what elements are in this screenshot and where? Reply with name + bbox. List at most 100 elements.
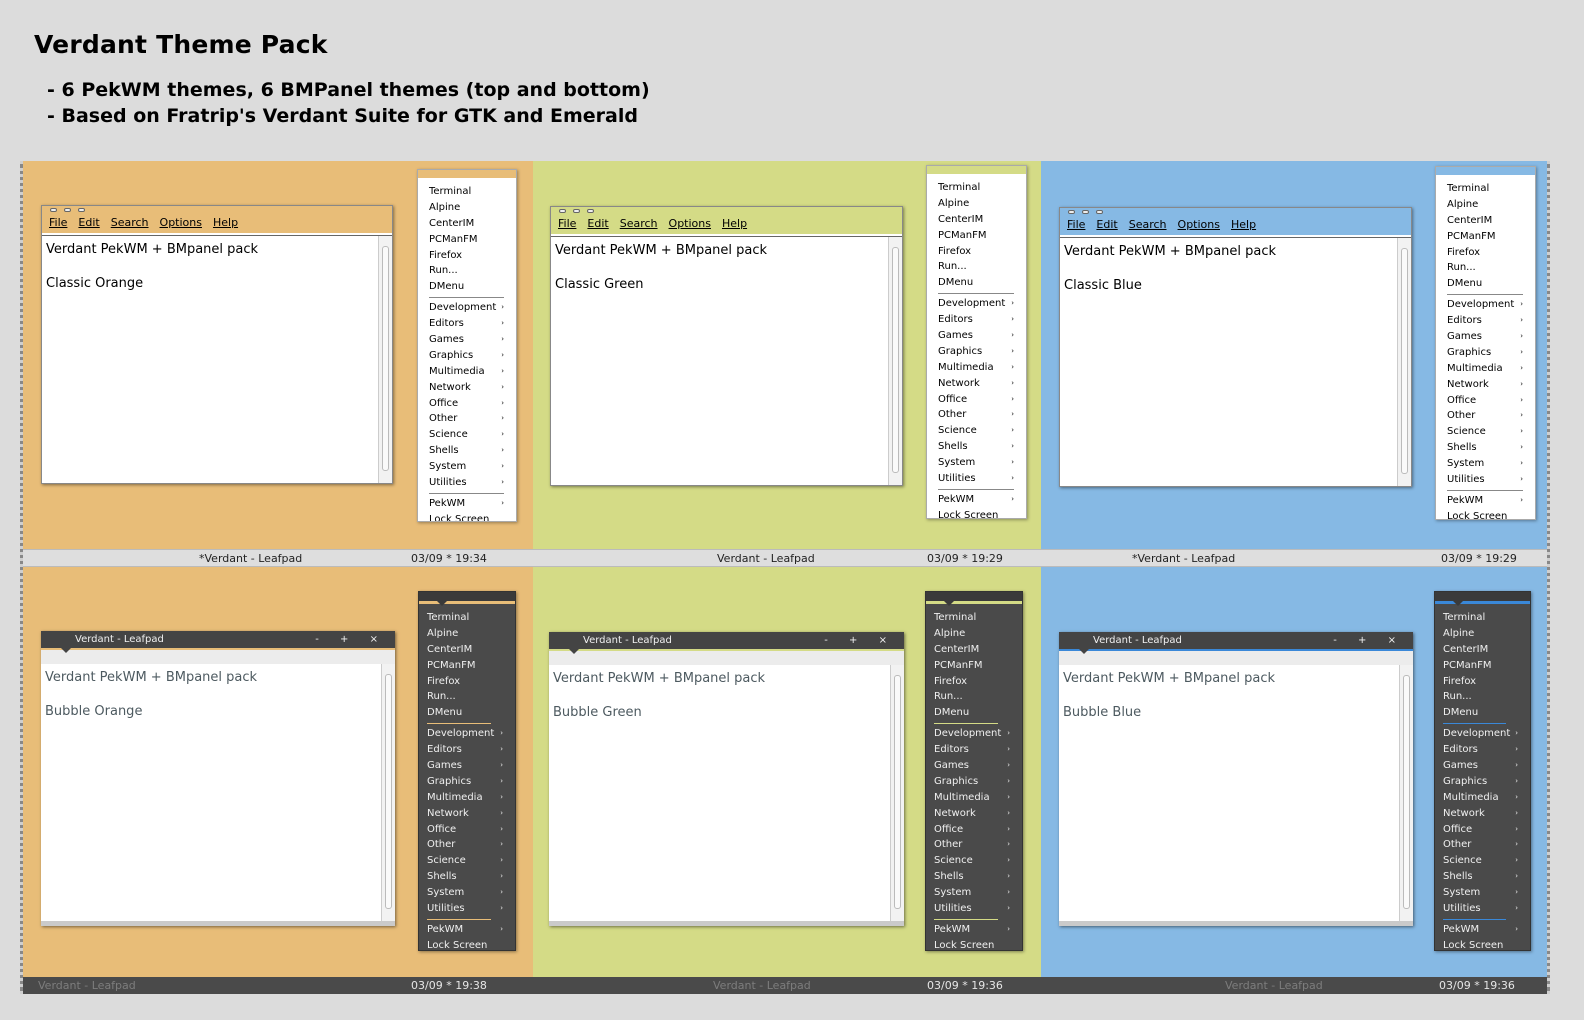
menu-item[interactable]: DMenu (927, 275, 1026, 291)
menu-item[interactable]: CenterIM (1436, 213, 1535, 229)
menu-item[interactable]: Run... (926, 689, 1022, 705)
menu-submenu-item[interactable]: Games › (1435, 758, 1530, 774)
window-button-icon[interactable] (559, 209, 566, 213)
text-editor-area[interactable]: Verdant PekWM + BMpanel pack Classic Ora… (42, 235, 392, 483)
window-button-icon[interactable] (1068, 210, 1075, 214)
menu-submenu-item[interactable]: System › (926, 885, 1022, 901)
menu-submenu-item[interactable]: Editors › (419, 742, 515, 758)
menu-submenu-item[interactable]: Shells › (927, 439, 1026, 455)
menu-item[interactable]: Firefox (926, 674, 1022, 690)
menu-item[interactable]: CenterIM (1435, 642, 1530, 658)
menu-submenu-item[interactable]: Editors › (1435, 742, 1530, 758)
menu-submenu-item[interactable]: Other › (419, 837, 515, 853)
menu-submenu-item[interactable]: Other › (418, 411, 516, 427)
menu-item[interactable]: DMenu (1435, 705, 1530, 721)
menu-submenu-item[interactable]: Graphics › (1435, 774, 1530, 790)
menu-submenu-item[interactable]: Development › (927, 296, 1026, 312)
menu-item[interactable]: Firefox (1435, 674, 1530, 690)
window-controls-icon[interactable]: - + × (824, 632, 896, 649)
text-editor-area[interactable]: Verdant PekWM + BMpanel pack Bubble Blue (1059, 665, 1413, 921)
menu-submenu-item[interactable]: Utilities › (418, 475, 516, 491)
text-editor-area[interactable]: Verdant PekWM + BMpanel pack Classic Gre… (551, 236, 902, 485)
menu-item-pekwm[interactable]: PekWM › (926, 922, 1022, 938)
menu-submenu-item[interactable]: Shells › (418, 443, 516, 459)
menu-submenu-item[interactable]: Graphics › (1436, 345, 1535, 361)
menu-help[interactable]: Help (1231, 218, 1256, 231)
menu-item-lock-screen[interactable]: Lock Screen (419, 938, 515, 950)
menu-item[interactable]: Alpine (1436, 197, 1535, 213)
menu-submenu-item[interactable]: Graphics › (926, 774, 1022, 790)
menu-submenu-item[interactable]: System › (1436, 456, 1535, 472)
menu-item[interactable]: Run... (1435, 689, 1530, 705)
menu-file[interactable]: File (49, 216, 67, 229)
menu-submenu-item[interactable]: Science › (1436, 424, 1535, 440)
menu-submenu-item[interactable]: Multimedia › (418, 364, 516, 380)
window-button-icon[interactable] (50, 208, 57, 212)
menu-submenu-item[interactable]: Science › (1435, 853, 1530, 869)
menu-item[interactable]: Terminal (418, 184, 516, 200)
menu-item[interactable]: Alpine (418, 200, 516, 216)
menu-submenu-item[interactable]: Office › (1436, 393, 1535, 409)
menu-submenu-item[interactable]: Network › (418, 380, 516, 396)
menu-submenu-item[interactable]: Development › (419, 726, 515, 742)
menu-item[interactable]: Firefox (419, 674, 515, 690)
menu-submenu-item[interactable]: System › (927, 455, 1026, 471)
taskbar-task[interactable]: Verdant - Leafpad (38, 979, 136, 992)
menu-item[interactable]: PCManFM (1436, 229, 1535, 245)
menu-submenu-item[interactable]: Utilities › (419, 901, 515, 917)
menu-item-lock-screen[interactable]: Lock Screen (926, 938, 1022, 950)
vertical-scrollbar[interactable] (1397, 238, 1411, 486)
taskbar-task[interactable]: Verdant - Leafpad (717, 552, 815, 565)
menu-item[interactable]: DMenu (418, 279, 516, 295)
menu-submenu-item[interactable]: Games › (1436, 329, 1535, 345)
vertical-scrollbar[interactable] (1399, 665, 1413, 921)
menu-submenu-item[interactable]: Shells › (1436, 440, 1535, 456)
menu-item[interactable]: Alpine (1435, 626, 1530, 642)
menu-submenu-item[interactable]: Utilities › (1435, 901, 1530, 917)
menu-submenu-item[interactable]: Science › (927, 423, 1026, 439)
menu-file[interactable]: File (558, 217, 576, 230)
menu-item[interactable]: PCManFM (927, 228, 1026, 244)
menu-submenu-item[interactable]: Games › (927, 328, 1026, 344)
menu-submenu-item[interactable]: Shells › (419, 869, 515, 885)
scrollbar-thumb[interactable] (894, 675, 901, 909)
menu-submenu-item[interactable]: Games › (419, 758, 515, 774)
menu-item[interactable]: DMenu (419, 705, 515, 721)
menu-edit[interactable]: Edit (587, 217, 608, 230)
menu-submenu-item[interactable]: System › (418, 459, 516, 475)
menu-submenu-item[interactable]: Editors › (1436, 313, 1535, 329)
menu-item[interactable]: CenterIM (926, 642, 1022, 658)
taskbar-task[interactable]: Verdant - Leafpad (713, 979, 811, 992)
menu-submenu-item[interactable]: Utilities › (926, 901, 1022, 917)
menu-item[interactable]: DMenu (926, 705, 1022, 721)
menu-item[interactable]: Terminal (419, 610, 515, 626)
menu-submenu-item[interactable]: Development › (1436, 297, 1535, 313)
menu-item[interactable]: CenterIM (418, 216, 516, 232)
window-button-icon[interactable] (1082, 210, 1089, 214)
scrollbar-thumb[interactable] (1403, 675, 1410, 909)
menu-help[interactable]: Help (213, 216, 238, 229)
menu-item[interactable]: Alpine (927, 196, 1026, 212)
menu-edit[interactable]: Edit (78, 216, 99, 229)
menu-submenu-item[interactable]: Other › (1435, 837, 1530, 853)
menu-item-pekwm[interactable]: PekWM › (927, 492, 1026, 508)
taskbar-task[interactable]: Verdant - Leafpad (1225, 979, 1323, 992)
window-button-icon[interactable] (1096, 210, 1103, 214)
menu-item-lock-screen[interactable]: Lock Screen (927, 508, 1026, 518)
menu-help[interactable]: Help (722, 217, 747, 230)
menu-submenu-item[interactable]: Editors › (418, 316, 516, 332)
menu-item[interactable]: Run... (927, 259, 1026, 275)
menu-submenu-item[interactable]: Other › (1436, 408, 1535, 424)
window-button-icon[interactable] (587, 209, 594, 213)
menu-submenu-item[interactable]: Office › (926, 822, 1022, 838)
menu-submenu-item[interactable]: Multimedia › (1436, 361, 1535, 377)
menu-submenu-item[interactable]: Development › (926, 726, 1022, 742)
menu-submenu-item[interactable]: System › (419, 885, 515, 901)
scrollbar-thumb[interactable] (385, 674, 392, 909)
menu-submenu-item[interactable]: Office › (927, 392, 1026, 408)
window-button-icon[interactable] (78, 208, 85, 212)
menu-options[interactable]: Options (669, 217, 711, 230)
menu-search[interactable]: Search (620, 217, 658, 230)
menu-item[interactable]: Run... (1436, 260, 1535, 276)
menu-submenu-item[interactable]: Multimedia › (1435, 790, 1530, 806)
